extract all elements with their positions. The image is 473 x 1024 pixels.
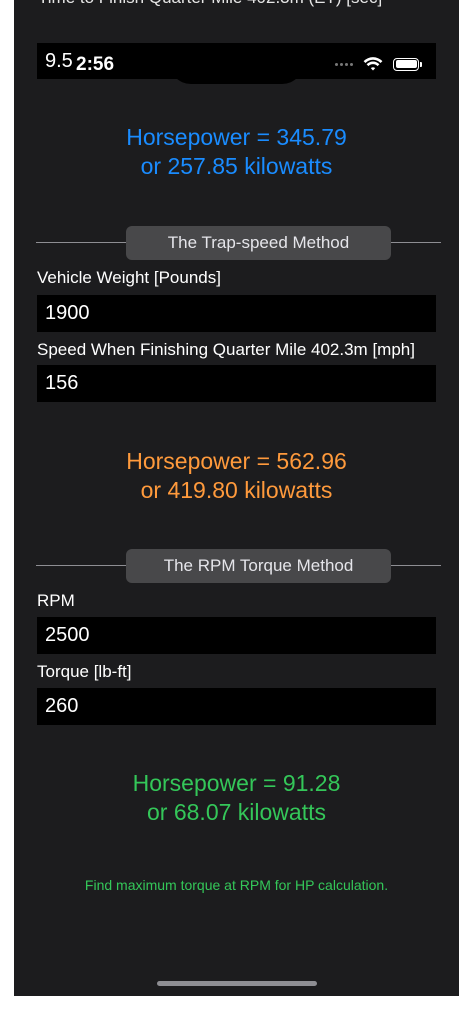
torque-input[interactable]: 260 [37, 688, 436, 725]
app-screen: Time to Finish Quarter Mile 402.3m (ET) … [14, 0, 459, 996]
trap-speed-section-header: The Trap-speed Method [36, 226, 441, 260]
trap-speed-horsepower-value: Horsepower = 562.96 [126, 448, 347, 474]
home-indicator[interactable] [157, 981, 317, 986]
trap-speed-kilowatts-value: or 419.80 kilowatts [140, 477, 333, 503]
finish-speed-value: 156 [45, 372, 79, 394]
trap-speed-title: The Trap-speed Method [126, 226, 391, 260]
device-notch [169, 58, 304, 84]
elapsed-time-label: Time to Finish Quarter Mile 402.3m (ET) … [38, 0, 382, 8]
rpm-label: RPM [37, 591, 75, 610]
torque-label: Torque [lb-ft] [37, 662, 132, 681]
vehicle-weight-input[interactable]: 1900 [37, 295, 436, 332]
vehicle-weight-value: 1900 [45, 302, 90, 324]
rpm-torque-horsepower-result: Horsepower = 91.28 or 68.07 kilowatts [14, 769, 459, 827]
vehicle-weight-label: Vehicle Weight [Pounds] [37, 268, 221, 287]
rpm-torque-kilowatts-value: or 68.07 kilowatts [147, 799, 326, 825]
et-horsepower-result: Horsepower = 345.79 or 257.85 kilowatts [14, 123, 459, 181]
rpm-torque-title: The RPM Torque Method [126, 549, 391, 583]
trap-speed-horsepower-result: Horsepower = 562.96 or 419.80 kilowatts [14, 447, 459, 505]
et-horsepower-value: Horsepower = 345.79 [126, 124, 347, 150]
finish-speed-input[interactable]: 156 [37, 365, 436, 402]
max-torque-hint: Find maximum torque at RPM for HP calcul… [84, 877, 389, 893]
rpm-input[interactable]: 2500 [37, 617, 436, 654]
status-bar-icons [335, 55, 422, 73]
elapsed-time-value: 9.5 [45, 50, 73, 72]
battery-icon [393, 57, 422, 71]
et-kilowatts-value: or 257.85 kilowatts [140, 153, 333, 179]
rpm-torque-horsepower-value: Horsepower = 91.28 [132, 770, 341, 796]
cellular-signal-icon [335, 62, 353, 66]
torque-value: 260 [45, 695, 79, 717]
rpm-torque-section-header: The RPM Torque Method [36, 549, 441, 583]
status-bar-time: 2:56 [76, 54, 115, 75]
wifi-icon [363, 56, 383, 70]
finish-speed-label: Speed When Finishing Quarter Mile 402.3m… [37, 340, 415, 359]
rpm-value: 2500 [45, 624, 90, 646]
